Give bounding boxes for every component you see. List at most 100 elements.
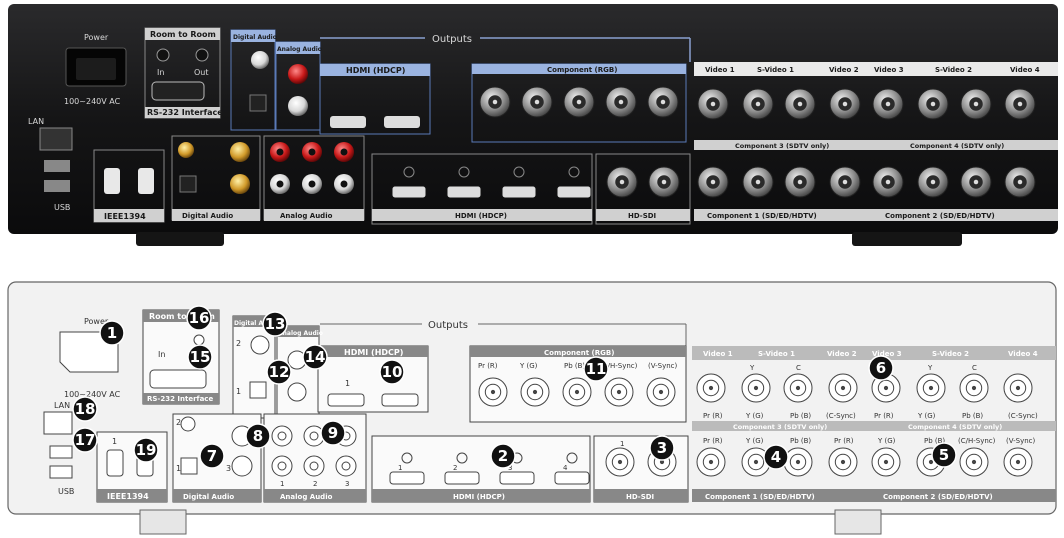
svg-text:Pb (B): Pb (B) (962, 412, 983, 420)
svg-text:Component 4 (SDTV only): Component 4 (SDTV only) (908, 423, 1002, 431)
bnc-connector-icon (741, 373, 771, 403)
svg-text:Y (G): Y (G) (877, 437, 896, 445)
svg-text:Component 4 (SDTV only): Component 4 (SDTV only) (910, 142, 1004, 150)
svg-text:Analog Audio: Analog Audio (277, 46, 322, 53)
bnc-connector-icon (783, 373, 813, 403)
bnc-connector-icon (647, 86, 679, 118)
svg-text:Video 4: Video 4 (1010, 66, 1040, 74)
callout-badge-17: 17 (72, 427, 98, 453)
svg-text:(V-Sync): (V-Sync) (648, 362, 678, 370)
rear-panel-figure: Power 100~240V AC Room to Room In Out RS… (0, 0, 1064, 535)
svg-text:Component 2 (SD/ED/HDTV): Component 2 (SD/ED/HDTV) (885, 212, 995, 220)
svg-text:2: 2 (453, 464, 457, 472)
svg-text:S-Video 2: S-Video 2 (932, 350, 969, 358)
callout-badge-12: 12 (266, 359, 292, 385)
svg-text:Digital Audio: Digital Audio (182, 212, 233, 220)
svg-text:LAN: LAN (28, 117, 44, 126)
svg-text:In: In (157, 68, 164, 77)
callout-number: 7 (207, 447, 217, 465)
svg-text:Video 2: Video 2 (827, 350, 857, 358)
bnc-connector-icon (784, 88, 816, 120)
svg-text:3: 3 (226, 464, 231, 473)
svg-text:Component 3 (SDTV only): Component 3 (SDTV only) (735, 142, 829, 150)
bnc-connector-icon (563, 86, 595, 118)
bnc-connector-icon (742, 166, 774, 198)
svg-text:Room to Room: Room to Room (150, 30, 216, 39)
bnc-connector-icon (648, 166, 680, 198)
svg-text:S-Video 1: S-Video 1 (758, 350, 795, 358)
bnc-connector-icon (520, 377, 550, 407)
bnc-connector-icon (696, 447, 726, 477)
bnc-connector-icon (605, 86, 637, 118)
bnc-connector-icon (829, 166, 861, 198)
svg-text:Pr (R): Pr (R) (703, 412, 723, 420)
bnc-connector-icon (872, 88, 904, 120)
bnc-connector-icon (916, 373, 946, 403)
callout-badge-18: 18 (72, 396, 98, 422)
svg-text:Component 1 (SD/ED/HDTV): Component 1 (SD/ED/HDTV) (705, 493, 815, 501)
svg-text:Video 4: Video 4 (1008, 350, 1038, 358)
callout-number: 10 (382, 363, 403, 381)
rca-jack-icon (302, 142, 322, 162)
svg-text:Y (G): Y (G) (745, 437, 764, 445)
bnc-connector-icon (960, 88, 992, 120)
svg-text:Y (G): Y (G) (917, 412, 936, 420)
callout-badge-11: 11 (583, 356, 609, 382)
bnc-connector-icon (697, 166, 729, 198)
svg-text:100~240V AC: 100~240V AC (64, 97, 121, 106)
svg-text:Analog Audio: Analog Audio (280, 493, 333, 501)
bnc-connector-icon (829, 88, 861, 120)
svg-text:Pr (R): Pr (R) (874, 412, 894, 420)
svg-text:(C/H-Sync): (C/H-Sync) (958, 437, 996, 445)
svg-text:Power: Power (84, 33, 109, 42)
callout-number: 18 (75, 400, 96, 418)
callout-number: 5 (939, 446, 949, 464)
callout-number: 1 (107, 324, 117, 342)
svg-text:3: 3 (345, 480, 349, 488)
callout-number: 14 (305, 348, 326, 366)
svg-text:Video 1: Video 1 (703, 350, 733, 358)
svg-text:Digital Audio: Digital Audio (183, 493, 234, 501)
rca-jack-icon (270, 142, 290, 162)
callout-badge-6: 6 (868, 355, 894, 381)
svg-text:C: C (972, 364, 977, 372)
callout-number: 19 (136, 441, 157, 459)
diagram-panel: Power 100~240V AC Room to Room In RS-232… (7, 281, 1057, 535)
callout-number: 17 (75, 431, 96, 449)
bnc-connector-icon (1003, 447, 1033, 477)
svg-text:Video 2: Video 2 (829, 66, 859, 74)
callout-badge-13: 13 (262, 311, 288, 337)
svg-text:Y (G): Y (G) (745, 412, 764, 420)
rca-jack-icon (334, 174, 354, 194)
callout-badge-7: 7 (199, 443, 225, 469)
bnc-connector-icon (959, 447, 989, 477)
svg-text:Component (RGB): Component (RGB) (544, 349, 614, 357)
svg-text:2: 2 (176, 418, 181, 427)
callout-number: 12 (269, 363, 290, 381)
bnc-connector-icon (742, 88, 774, 120)
svg-text:HDMI (HDCP): HDMI (HDCP) (453, 493, 505, 501)
svg-text:LAN: LAN (54, 401, 70, 410)
callout-number: 3 (657, 439, 667, 457)
svg-text:HD-SDI: HD-SDI (628, 212, 656, 220)
svg-text:Pb (B): Pb (B) (790, 412, 811, 420)
callout-badge-5: 5 (931, 442, 957, 468)
callout-number: 2 (498, 447, 508, 465)
svg-text:In: In (158, 350, 165, 359)
svg-text:Component 2 (SD/ED/HDTV): Component 2 (SD/ED/HDTV) (883, 493, 993, 501)
svg-text:HDMI (HDCP): HDMI (HDCP) (346, 66, 405, 75)
svg-text:1: 1 (236, 387, 241, 396)
bnc-connector-icon (917, 166, 949, 198)
svg-text:Y: Y (749, 364, 755, 372)
svg-text:Y (G): Y (G) (519, 362, 538, 370)
bnc-connector-icon (646, 377, 676, 407)
callout-number: 16 (189, 309, 210, 327)
bnc-connector-icon (606, 166, 638, 198)
svg-text:IEEE1394: IEEE1394 (104, 212, 146, 221)
svg-text:(V-Sync): (V-Sync) (1006, 437, 1036, 445)
svg-text:2: 2 (236, 339, 241, 348)
svg-text:(C-Sync): (C-Sync) (1008, 412, 1038, 420)
bnc-connector-icon (828, 447, 858, 477)
svg-text:1: 1 (176, 464, 181, 473)
bnc-connector-icon (960, 166, 992, 198)
